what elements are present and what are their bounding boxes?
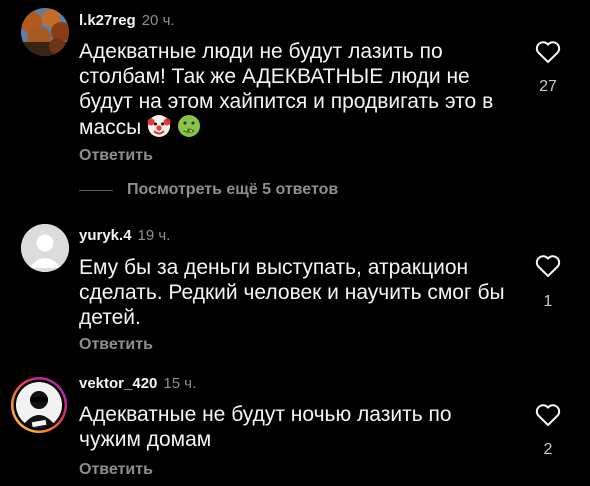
heart-outline-icon[interactable]: [535, 40, 561, 64]
comment-meta: vektor_420 15 ч.: [79, 375, 196, 392]
like-count: 2: [543, 441, 553, 458]
reply-button[interactable]: Ответить: [79, 336, 153, 354]
comment-meta: yuryk.4 19 ч.: [79, 227, 170, 244]
avatar[interactable]: [10, 376, 68, 434]
username[interactable]: l.k27reg: [79, 12, 136, 29]
timestamp: 19 ч.: [137, 227, 171, 244]
nauseated-face-icon: [177, 114, 201, 138]
heart-outline-icon[interactable]: [535, 254, 561, 278]
username[interactable]: yuryk.4: [79, 227, 132, 244]
view-more-replies-label[interactable]: Посмотреть ещё 5 ответов: [127, 181, 338, 199]
like-count: 27: [539, 78, 557, 95]
username[interactable]: vektor_420: [79, 375, 157, 392]
comment-text: Адекватные люди не будут лазить по столб…: [79, 39, 519, 140]
comment-text: Ему бы за деньги выступать, атракцион сд…: [79, 256, 505, 329]
like-count: 1: [543, 293, 553, 310]
comment-text: Адекватные не будут ночью лазить по чужи…: [79, 403, 452, 451]
reply-button[interactable]: Ответить: [79, 147, 153, 165]
avatar[interactable]: [21, 8, 69, 56]
reply-button[interactable]: Ответить: [79, 461, 153, 479]
timestamp: 20 ч.: [141, 12, 175, 29]
clown-face-icon: [147, 114, 171, 138]
heart-outline-icon[interactable]: [535, 403, 561, 427]
comment-text-content: Адекватные люди не будут лазить по столб…: [79, 40, 494, 139]
avatar[interactable]: [21, 224, 69, 272]
divider-line: [79, 190, 113, 191]
timestamp: 15 ч.: [163, 375, 197, 392]
comment-meta: l.k27reg 20 ч.: [79, 12, 175, 29]
